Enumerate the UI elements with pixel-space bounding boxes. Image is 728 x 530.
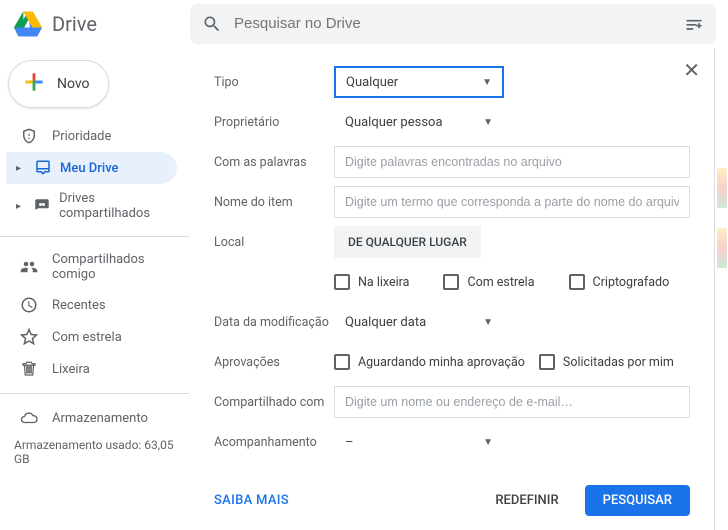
label-shared-with: Compartilhado com: [214, 395, 334, 410]
chevron-right-icon[interactable]: ▸: [16, 201, 25, 212]
label-date-modified: Data da modificação: [214, 315, 334, 330]
search-button[interactable]: PESQUISAR: [585, 485, 690, 516]
sidebar-label: Meu Drive: [60, 161, 119, 176]
storage-usage-text: Armazenamento usado: 63,05 GB: [0, 434, 189, 470]
label-approvals: Aprovações: [214, 355, 334, 370]
side-panel: [714, 48, 728, 530]
learn-more-link[interactable]: SAIBA MAIS: [214, 493, 289, 508]
sidebar-item-storage[interactable]: Armazenamento: [0, 402, 177, 434]
label-type: Tipo: [214, 75, 334, 90]
sidebar-label: Prioridade: [52, 129, 111, 144]
owner-select-value: Qualquer pessoa: [345, 115, 443, 130]
sidebar-label: Lixeira: [52, 362, 90, 377]
new-button-label: Novo: [57, 76, 90, 92]
chevron-down-icon: ▼: [483, 317, 493, 328]
label-item-name: Nome do item: [214, 195, 334, 210]
type-select-value: Qualquer: [346, 75, 398, 90]
sidebar-item-priority[interactable]: Prioridade: [0, 120, 177, 152]
advanced-search-dialog: ✕ Tipo Qualquer ▼ Proprietário Qualquer …: [190, 48, 714, 530]
trash-icon: [20, 360, 38, 378]
checkbox-label: Com estrela: [467, 275, 534, 290]
follow-up-select[interactable]: – ▼: [334, 426, 504, 458]
label-location: Local: [214, 235, 334, 250]
has-words-input[interactable]: [334, 146, 690, 178]
divider: [0, 236, 189, 237]
close-icon[interactable]: ✕: [683, 58, 700, 82]
my-drive-icon: [34, 159, 52, 177]
sidebar-label: Compartilhados comigo: [52, 252, 177, 282]
checkbox-awaiting-approval[interactable]: Aguardando minha aprovação: [334, 354, 525, 370]
sidebar-label: Recentes: [52, 298, 106, 313]
app-header: Drive: [0, 0, 728, 48]
checkbox-label: Solicitadas por mim: [563, 355, 674, 370]
label-owner: Proprietário: [214, 115, 334, 130]
drive-logo-icon: [12, 8, 44, 40]
checkbox-icon: [539, 354, 555, 370]
chevron-down-icon: ▼: [483, 437, 493, 448]
date-select-value: Qualquer data: [345, 315, 426, 330]
sidebar-label: Com estrela: [52, 330, 122, 345]
checkbox-label: Aguardando minha aprovação: [358, 355, 525, 370]
checkbox-label: Na lixeira: [358, 275, 409, 290]
star-icon: [20, 328, 38, 346]
sidebar-item-recent[interactable]: Recentes: [0, 289, 177, 321]
search-options-icon[interactable]: [680, 10, 708, 38]
new-button[interactable]: Novo: [8, 60, 109, 108]
clock-icon: [20, 296, 38, 314]
checkbox-label: Criptografado: [593, 275, 670, 290]
sidebar-item-starred[interactable]: Com estrela: [0, 321, 177, 353]
sidebar-label: Drives compartilhados: [59, 191, 177, 221]
shared-with-input[interactable]: [334, 386, 690, 418]
side-panel-thumb[interactable]: [717, 228, 727, 268]
checkbox-icon: [443, 274, 459, 290]
logo-area: Drive: [0, 8, 190, 40]
date-modified-select[interactable]: Qualquer data ▼: [334, 306, 504, 338]
people-icon: [20, 258, 38, 276]
priority-icon: [20, 127, 38, 145]
type-select[interactable]: Qualquer ▼: [334, 66, 504, 98]
checkbox-encrypted[interactable]: Criptografado: [569, 274, 670, 290]
owner-select[interactable]: Qualquer pessoa ▼: [334, 106, 504, 138]
checkbox-requested-by-me[interactable]: Solicitadas por mim: [539, 354, 674, 370]
side-panel-thumb[interactable]: [717, 168, 727, 208]
cloud-icon: [20, 409, 38, 427]
reset-button[interactable]: REDEFINIR: [485, 485, 568, 516]
checkbox-in-trash[interactable]: Na lixeira: [334, 274, 409, 290]
product-name: Drive: [52, 12, 97, 36]
chevron-right-icon[interactable]: ▸: [16, 163, 26, 174]
sidebar-item-shared-with-me[interactable]: Compartilhados comigo: [0, 245, 177, 289]
label-follow-up: Acompanhamento: [214, 435, 334, 450]
sidebar-item-trash[interactable]: Lixeira: [0, 353, 177, 385]
sidebar: Novo Prioridade ▸ Meu Drive ▸ Drives com…: [0, 48, 190, 530]
location-chip[interactable]: DE QUALQUER LUGAR: [334, 226, 481, 258]
content-area: ✕ Tipo Qualquer ▼ Proprietário Qualquer …: [190, 48, 714, 530]
chevron-down-icon: ▼: [482, 77, 492, 88]
plus-icon: [21, 69, 47, 99]
item-name-input[interactable]: [334, 186, 690, 218]
sidebar-label: Armazenamento: [52, 411, 148, 426]
sidebar-item-my-drive[interactable]: ▸ Meu Drive: [6, 152, 177, 184]
follow-up-value: –: [345, 435, 354, 450]
dialog-footer: SAIBA MAIS REDEFINIR PESQUISAR: [214, 485, 690, 516]
search-input[interactable]: [234, 15, 672, 32]
chevron-down-icon: ▼: [483, 117, 493, 128]
checkbox-icon: [334, 354, 350, 370]
checkbox-icon: [569, 274, 585, 290]
shared-drives-icon: [33, 197, 51, 215]
sidebar-item-shared-drives[interactable]: ▸ Drives compartilhados: [6, 184, 177, 228]
divider: [0, 393, 189, 394]
search-bar[interactable]: [190, 4, 716, 44]
checkbox-icon: [334, 274, 350, 290]
search-icon: [198, 10, 226, 38]
label-has-words: Com as palavras: [214, 155, 334, 170]
checkbox-starred[interactable]: Com estrela: [443, 274, 534, 290]
